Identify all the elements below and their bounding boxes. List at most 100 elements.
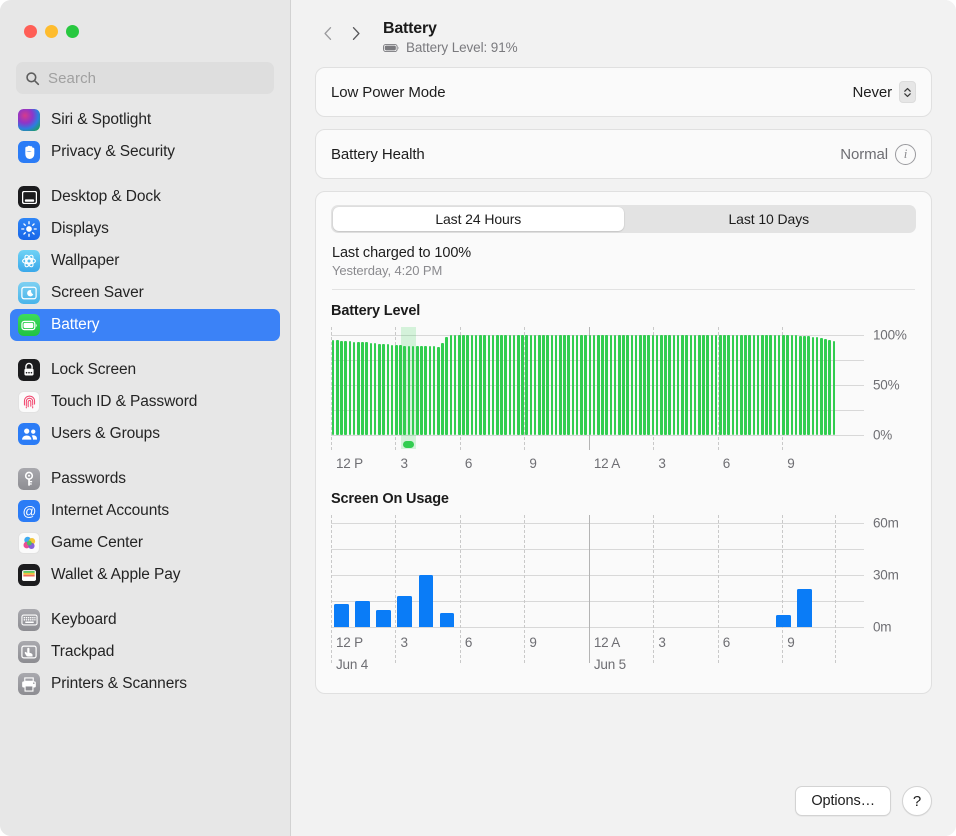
sidebar-item-game-center[interactable]: Game Center xyxy=(10,527,280,559)
title-block: Battery Battery Level: 91% xyxy=(383,18,518,55)
svg-text:@: @ xyxy=(22,503,36,518)
battery-level-bar xyxy=(496,335,499,435)
battery-health-info-button[interactable]: i xyxy=(895,144,916,165)
sidebar-item-printers-scanners[interactable]: Printers & Scanners xyxy=(10,668,280,700)
battery-level-bar xyxy=(433,346,436,435)
sidebar-list[interactable]: Siri & Spotlight Privacy & Security Desk… xyxy=(0,104,290,836)
battery-level-bar xyxy=(816,337,819,435)
battery-level-bar xyxy=(567,335,570,435)
screen-usage-y-axis: 0m30m60m xyxy=(864,515,916,631)
low-power-mode-row[interactable]: Low Power Mode Never xyxy=(316,68,931,116)
battery-level-bar xyxy=(542,335,545,435)
sidebar-item-label: Trackpad xyxy=(51,643,114,661)
battery-level-bar xyxy=(382,344,385,435)
battery-level-bar xyxy=(349,341,352,435)
battery-level-bar xyxy=(374,343,377,435)
sidebar-item-wallet-apple-pay[interactable]: Wallet & Apple Pay xyxy=(10,559,280,591)
battery-level-chart-block: Battery Level 0%50%100% 12 P36912 A369 xyxy=(331,290,916,478)
x-axis-label: 6 xyxy=(723,456,730,471)
battery-level-bar xyxy=(828,340,831,435)
sidebar-item-label: Screen Saver xyxy=(51,284,144,302)
battery-level-bar xyxy=(530,335,533,435)
battery-level-bar xyxy=(803,336,806,435)
screen-usage-chart-title: Screen On Usage xyxy=(331,491,916,507)
x-axis-label: 3 xyxy=(658,635,665,650)
forward-button[interactable] xyxy=(343,18,369,48)
zoom-button[interactable] xyxy=(66,25,79,38)
sidebar-item-lock-screen[interactable]: Lock Screen xyxy=(10,354,280,386)
sidebar-item-screen-saver[interactable]: Screen Saver xyxy=(10,277,280,309)
battery-level-bar xyxy=(416,346,419,435)
sidebar-item-label: Siri & Spotlight xyxy=(51,111,151,129)
charging-indicator xyxy=(403,441,414,448)
low-power-mode-control[interactable]: Never xyxy=(852,81,916,103)
gridline xyxy=(331,575,864,576)
footer-bar: Options… ? xyxy=(291,774,956,836)
battery-level-bar xyxy=(791,335,794,435)
sidebar-item-trackpad[interactable]: Trackpad xyxy=(10,636,280,668)
battery-level-bar xyxy=(437,347,440,435)
sidebar-item-keyboard[interactable]: Keyboard xyxy=(10,604,280,636)
options-button[interactable]: Options… xyxy=(795,786,891,816)
close-button[interactable] xyxy=(24,25,37,38)
battery-level-bar xyxy=(753,335,756,435)
minimize-button[interactable] xyxy=(45,25,58,38)
sidebar-item-internet-accounts[interactable]: @Internet Accounts xyxy=(10,495,280,527)
sidebar-item-displays[interactable]: Displays xyxy=(10,213,280,245)
wallet-icon xyxy=(18,564,40,586)
y-axis-label: 30m xyxy=(873,568,899,583)
sidebar-item-siri-spotlight[interactable]: Siri & Spotlight xyxy=(10,104,280,136)
low-power-mode-label: Low Power Mode xyxy=(331,84,446,101)
sidebar-item-privacy-security[interactable]: Privacy & Security xyxy=(10,136,280,168)
touch-id-icon xyxy=(18,391,40,413)
x-axis-label: 3 xyxy=(400,635,407,650)
window-controls xyxy=(0,0,290,56)
battery-level-bar xyxy=(681,335,684,435)
chevron-left-icon xyxy=(323,26,333,41)
screen-usage-bar xyxy=(419,575,433,627)
battery-level-bar xyxy=(593,335,596,435)
low-power-mode-card: Low Power Mode Never xyxy=(315,67,932,117)
screen-usage-bar xyxy=(376,610,390,627)
battery-level-text: Battery Level: 91% xyxy=(406,40,518,55)
battery-level-bar xyxy=(631,335,634,435)
sidebar-item-desktop-dock[interactable]: Desktop & Dock xyxy=(10,181,280,213)
battery-level-bar xyxy=(795,335,798,435)
battery-level-bar xyxy=(370,343,373,435)
search-input[interactable]: Search xyxy=(16,62,274,94)
sidebar-group-3: Passwords @Internet Accounts Game Center… xyxy=(10,463,280,604)
battery-level-bar xyxy=(740,335,743,435)
battery-level-bar xyxy=(820,338,823,435)
sidebar-item-passwords[interactable]: Passwords xyxy=(10,463,280,495)
battery-level-bar xyxy=(357,342,360,435)
tab-last-24-hours[interactable]: Last 24 Hours xyxy=(333,207,624,231)
battery-level-bar xyxy=(765,335,768,435)
sidebar-item-wallpaper[interactable]: Wallpaper xyxy=(10,245,280,277)
battery-level-bar xyxy=(387,344,390,435)
sidebar-group-4: Keyboard Trackpad Printers & Scanners xyxy=(10,604,280,713)
battery-level-bar xyxy=(572,335,575,435)
sidebar-item-users-groups[interactable]: Users & Groups xyxy=(10,418,280,450)
battery-level-bar xyxy=(786,335,789,435)
usage-range-segmented-control[interactable]: Last 24 Hours Last 10 Days xyxy=(331,205,916,233)
help-button[interactable]: ? xyxy=(902,786,932,816)
battery-level-bar xyxy=(694,335,697,435)
battery-level-bar xyxy=(690,335,693,435)
wallpaper-icon xyxy=(18,250,40,272)
battery-level-bar xyxy=(517,335,520,435)
sidebar-item-battery[interactable]: Battery xyxy=(10,309,280,341)
tab-last-10-days[interactable]: Last 10 Days xyxy=(624,207,915,231)
y-axis-label: 60m xyxy=(873,516,899,531)
sidebar-item-touch-id-password[interactable]: Touch ID & Password xyxy=(10,386,280,418)
screen-usage-bar xyxy=(334,604,348,627)
sidebar-item-label: Passwords xyxy=(51,470,126,488)
sidebar-item-label: Keyboard xyxy=(51,611,117,629)
desktop-dock-icon xyxy=(18,186,40,208)
back-button[interactable] xyxy=(315,18,341,48)
battery-level-bar xyxy=(782,335,785,435)
settings-window: Search Siri & Spotlight Privacy & Securi… xyxy=(0,0,956,836)
battery-level-bar xyxy=(715,335,718,435)
chevron-right-icon xyxy=(351,26,361,41)
battery-level-bar xyxy=(509,335,512,435)
low-power-mode-popup-button[interactable] xyxy=(899,81,916,103)
